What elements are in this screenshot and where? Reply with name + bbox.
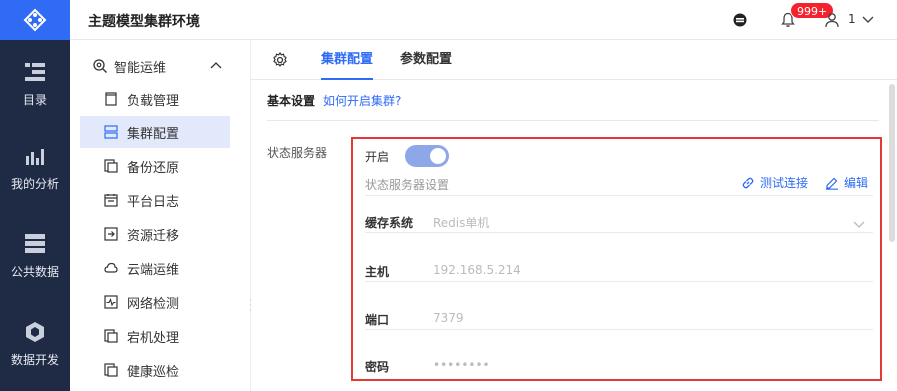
- subnav-item-load[interactable]: 负载管理: [80, 83, 230, 115]
- rail-item-data-dev[interactable]: 数据开发: [0, 302, 70, 386]
- subnav-item-migration[interactable]: 资源迁移: [80, 218, 230, 250]
- port-label: 端口: [365, 313, 390, 327]
- subnav-group-label: 智能运维: [114, 60, 167, 76]
- settings-title: 状态服务器设置: [365, 178, 450, 192]
- subnav-item-label: 健康巡检: [127, 364, 180, 380]
- cache-system-select[interactable]: Redis单机: [433, 214, 489, 231]
- user-icon[interactable]: [822, 10, 842, 30]
- cloud-icon: [104, 261, 118, 275]
- divider: [365, 329, 873, 330]
- rail-item-label: 目录: [22, 92, 47, 107]
- left-rail: 目录 我的分析 公共数据 数据开发: [0, 0, 70, 391]
- subnav-item-logs[interactable]: 平台日志: [80, 184, 230, 216]
- monitor-icon: [104, 295, 118, 309]
- subnav-item-health-check[interactable]: 健康巡检: [80, 354, 230, 386]
- subnav-item-downtime[interactable]: 宕机处理: [80, 320, 230, 352]
- rail-item-label: 我的分析: [10, 176, 59, 191]
- edit-button[interactable]: 编辑: [825, 174, 868, 191]
- user-count: 1: [848, 12, 856, 26]
- section-header: 基本设置 如何开启集群?: [267, 92, 401, 109]
- sub-sidebar: 智能运维 负载管理 集群配置 备份还原 平台日志 资源迁移 云端运维 网络检测 …: [70, 40, 251, 391]
- calendar-icon: [104, 193, 118, 207]
- subnav-item-label: 负载管理: [127, 93, 180, 109]
- port-field[interactable]: 7379: [433, 311, 464, 325]
- rail-item-catalog[interactable]: 目录: [0, 42, 70, 126]
- subnav-item-backup[interactable]: 备份还原: [80, 150, 230, 182]
- chevron-down-icon[interactable]: [858, 10, 878, 30]
- subnav-item-label: 资源迁移: [127, 228, 180, 244]
- rail-item-label: 数据开发: [10, 352, 59, 367]
- test-connection-label: 测试连接: [760, 176, 809, 190]
- enable-label: 开启: [365, 149, 390, 164]
- top-header: 主题模型集群环境 999+ 1: [70, 0, 897, 40]
- subnav-item-label: 备份还原: [127, 160, 180, 176]
- chart-icon: [24, 145, 46, 167]
- cache-system-label: 缓存系统: [365, 216, 414, 230]
- host-label: 主机: [365, 265, 390, 279]
- subnav-item-network-check[interactable]: 网络检测: [80, 286, 230, 318]
- chevron-up-icon[interactable]: [210, 58, 222, 73]
- settings-gear-icon[interactable]: [271, 51, 289, 69]
- subnav-item-cluster-config[interactable]: 集群配置: [80, 116, 230, 148]
- test-connection-button[interactable]: 测试连接: [741, 174, 808, 191]
- toggle-knob: [430, 148, 447, 164]
- subnav-item-label: 平台日志: [127, 194, 180, 210]
- rail-item-public-data[interactable]: 公共数据: [0, 214, 70, 298]
- catalog-icon: [24, 61, 46, 83]
- state-server-panel: 开启 状态服务器设置 测试连接 编辑 缓存系统 Redis单机 主机 192.1…: [351, 137, 882, 381]
- subnav-item-label: 网络检测: [127, 296, 180, 312]
- page-title: 主题模型集群环境: [88, 14, 200, 30]
- ops-icon: [92, 58, 108, 74]
- theme-toggle-icon[interactable]: [730, 10, 750, 30]
- subnav-item-label: 集群配置: [127, 126, 180, 142]
- app-logo[interactable]: [0, 0, 70, 40]
- subnav-group-intelligent-ops[interactable]: 智能运维: [70, 50, 251, 82]
- password-field[interactable]: ••••••••: [433, 358, 490, 372]
- cube-icon: [24, 321, 46, 343]
- migrate-icon: [104, 227, 118, 241]
- tab-param-config[interactable]: 参数配置: [400, 40, 452, 80]
- enable-row: 开启: [365, 145, 450, 167]
- database-icon: [24, 233, 46, 255]
- rail-item-label: 公共数据: [10, 264, 59, 279]
- host-field[interactable]: 192.168.5.214: [433, 263, 521, 277]
- copy-icon: [104, 363, 118, 377]
- server-icon: [104, 125, 118, 139]
- state-server-label: 状态服务器: [267, 146, 328, 160]
- main-content: 集群配置 参数配置 基本设置 如何开启集群? 状态服务器 开启 状态服务器设置 测…: [251, 40, 897, 391]
- divider: [267, 120, 879, 121]
- subnav-item-label: 云端运维: [127, 262, 180, 278]
- subnav-item-cloud-ops[interactable]: 云端运维: [80, 252, 230, 284]
- section-title: 基本设置: [267, 94, 316, 108]
- divider: [365, 195, 873, 196]
- file-icon: [104, 92, 118, 106]
- copy-icon: [104, 329, 118, 343]
- enable-toggle[interactable]: [405, 145, 450, 167]
- backup-icon: [104, 159, 118, 173]
- tab-cluster-config[interactable]: 集群配置: [321, 40, 374, 80]
- scrollbar[interactable]: [889, 84, 895, 242]
- app-root: 目录 我的分析 公共数据 数据开发 主题模型集群环境 999+ 1 智能运维 负…: [0, 0, 897, 391]
- divider: [365, 281, 873, 282]
- chevron-down-icon[interactable]: [853, 214, 865, 233]
- subnav-item-label: 宕机处理: [127, 330, 180, 346]
- divider: [365, 232, 873, 233]
- logo-icon: [23, 8, 47, 32]
- link-icon: [742, 177, 754, 188]
- edit-icon: [826, 177, 838, 190]
- edit-label: 编辑: [844, 176, 869, 190]
- tab-bar: 集群配置 参数配置: [251, 40, 897, 80]
- rail-item-my-analysis[interactable]: 我的分析: [0, 126, 70, 210]
- password-label: 密码: [365, 360, 390, 374]
- help-link[interactable]: 如何开启集群?: [323, 94, 401, 108]
